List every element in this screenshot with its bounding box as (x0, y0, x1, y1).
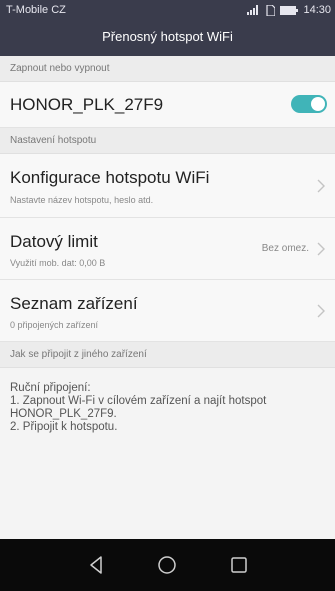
title-bar: Přenosný hotspot WiFi (0, 20, 335, 56)
connection-instructions: Ruční připojení: 1. Zapnout Wi-Fi v cílo… (10, 382, 330, 434)
home-icon[interactable] (155, 553, 179, 577)
recents-icon[interactable] (227, 553, 251, 577)
network-name: HONOR_PLK_27F9 (10, 95, 164, 114)
settings-item-subtitle: Využití mob. dat: 0,00 B (10, 258, 106, 268)
page-title: Přenosný hotspot WiFi (102, 29, 233, 44)
chevron-right-icon (317, 242, 325, 256)
chevron-right-icon (317, 304, 325, 318)
signal-icon (247, 5, 259, 15)
status-bar: T-Mobile CZ 14:30 (0, 0, 335, 20)
settings-item-title: Seznam zařízení (10, 294, 138, 313)
settings-item-title: Datový limit (10, 232, 98, 251)
instruction-line: Ruční připojení: (10, 382, 91, 394)
instruction-line: 1. Zapnout Wi-Fi v cílovém zařízení a na… (10, 395, 267, 407)
settings-item-devices[interactable]: Seznam zařízení 0 připojených zařízení (0, 280, 335, 342)
chevron-right-icon (317, 179, 325, 193)
toggle-knob (311, 97, 325, 111)
section-header-connect: Jak se připojit z jiného zařízení (0, 342, 335, 368)
clock: 14:30 (303, 4, 331, 16)
battery-icon (280, 5, 299, 15)
instruction-line: 2. Připojit k hotspotu. (10, 421, 118, 433)
settings-item-subtitle: Nastavte název hotspotu, heslo atd. (10, 195, 154, 205)
hotspot-toggle-row[interactable]: HONOR_PLK_27F9 (0, 82, 335, 128)
settings-item-subtitle: 0 připojených zařízení (10, 320, 99, 330)
instruction-line: HONOR_PLK_27F9. (10, 408, 117, 420)
status-icons: 14:30 (247, 4, 331, 16)
carrier-label: T-Mobile CZ (6, 4, 66, 16)
section-header-settings: Nastavení hotspotu (0, 128, 335, 154)
back-icon[interactable] (84, 553, 108, 577)
navigation-bar (0, 539, 335, 591)
settings-item-data-limit[interactable]: Datový limit Využití mob. dat: 0,00 B Be… (0, 218, 335, 280)
data-limit-value: Bez omez. (261, 243, 309, 254)
settings-item-configure[interactable]: Konfigurace hotspotu WiFi Nastavte název… (0, 154, 335, 218)
section-header-toggle: Zapnout nebo vypnout (0, 56, 335, 82)
sim-icon (266, 4, 276, 16)
hotspot-toggle-switch[interactable] (291, 95, 327, 113)
settings-item-title: Konfigurace hotspotu WiFi (10, 168, 210, 187)
